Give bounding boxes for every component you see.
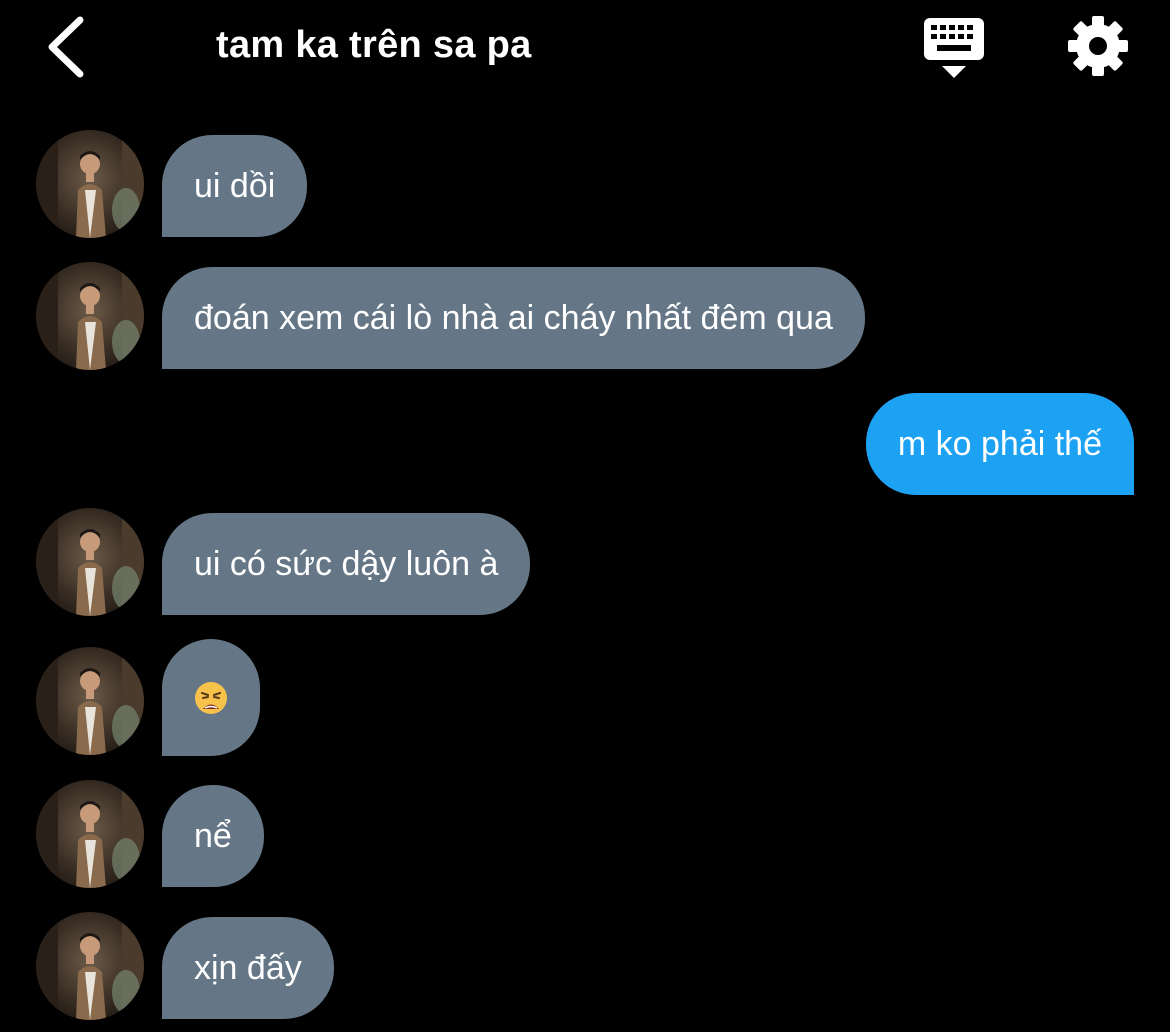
settings-button[interactable] [1066, 14, 1130, 78]
back-button[interactable] [40, 12, 96, 82]
message-row [0, 639, 1170, 757]
message-row: ui dồi [0, 130, 1170, 238]
gear-icon [1068, 16, 1128, 76]
incoming-message-bubble[interactable]: nể [162, 785, 264, 887]
message-row: ui có sức dậy luôn à [0, 508, 1170, 616]
incoming-message-bubble[interactable]: ui dồi [162, 135, 308, 237]
incoming-message-bubble[interactable]: xịn đấy [162, 917, 334, 1019]
message-text: m ko phải thế [897, 425, 1102, 463]
message-text: ui dồi [194, 167, 276, 205]
message-text: nể [194, 817, 232, 855]
weary-face-emoji-icon [194, 681, 228, 715]
conversation-title: tam ka trên sa pa [216, 24, 532, 66]
message-text: ui có sức dậy luôn à [194, 545, 499, 583]
message-text: xịn đấy [194, 949, 302, 987]
message-row: xịn đấy [0, 912, 1170, 1020]
contact-avatar[interactable] [36, 508, 144, 616]
message-text: đoán xem cái lò nhà ai cháy nhất đêm qua [194, 299, 833, 337]
incoming-message-bubble[interactable] [162, 639, 260, 756]
chat-header: tam ka trên sa pa [0, 0, 1170, 100]
keyboard-button[interactable] [920, 16, 988, 82]
chevron-left-icon [48, 16, 84, 78]
incoming-message-bubble[interactable]: ui có sức dậy luôn à [162, 513, 531, 615]
message-row: đoán xem cái lò nhà ai cháy nhất đêm qua [0, 262, 1170, 370]
incoming-message-bubble[interactable]: đoán xem cái lò nhà ai cháy nhất đêm qua [162, 267, 865, 369]
message-row: nể [0, 780, 1170, 888]
message-row: m ko phải thế [0, 393, 1170, 495]
contact-avatar[interactable] [36, 780, 144, 888]
outgoing-message-bubble[interactable]: m ko phải thế [865, 393, 1134, 495]
contact-avatar[interactable] [36, 130, 144, 238]
contact-avatar[interactable] [36, 262, 144, 370]
contact-avatar[interactable] [36, 912, 144, 1020]
keyboard-icon [924, 18, 984, 78]
contact-avatar[interactable] [36, 647, 144, 755]
